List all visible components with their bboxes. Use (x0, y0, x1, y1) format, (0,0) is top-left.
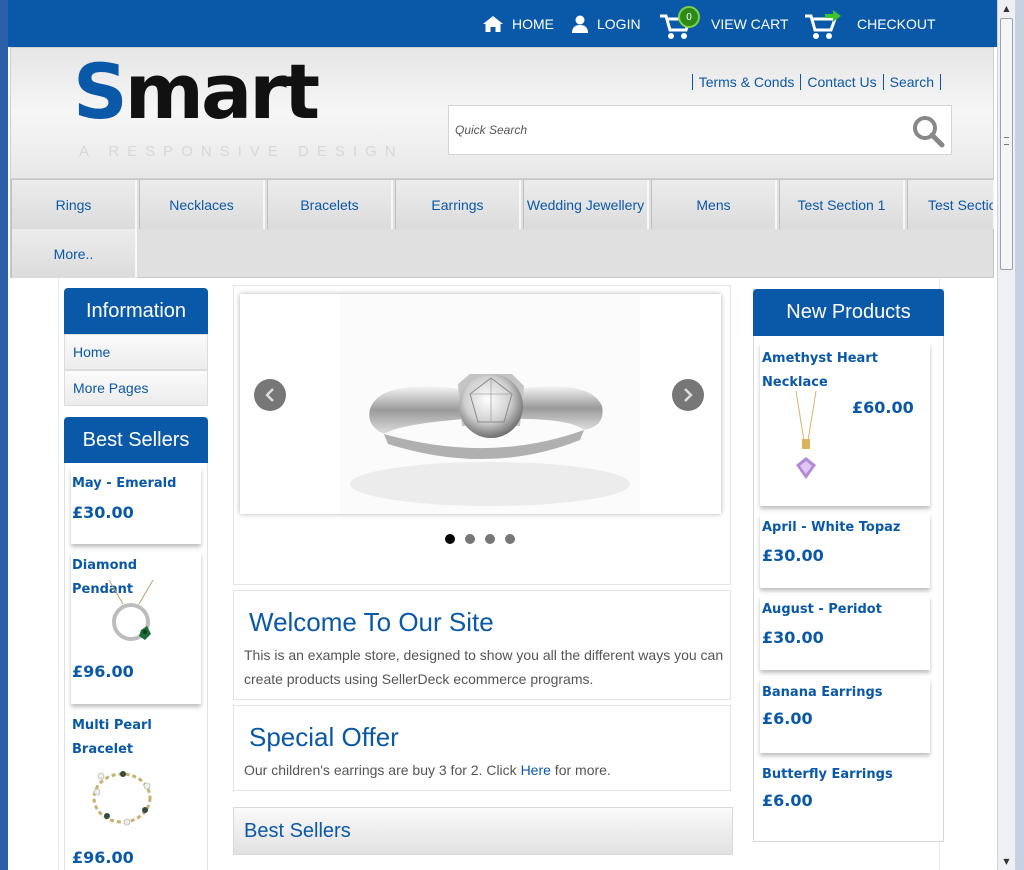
logo-tagline: A RESPONSIVE DESIGN (79, 143, 404, 160)
information-heading: Information (64, 288, 208, 334)
product-price: £6.00 (762, 709, 813, 728)
page-viewport: HOME LOGIN 0 VIEW CART CHECKOUT Smart A … (8, 0, 997, 870)
info-link-home[interactable]: Home (64, 334, 208, 370)
new-product-card: Butterfly Earrings £6.00 (760, 762, 930, 834)
welcome-box: Welcome To Our Site This is an example s… (233, 590, 731, 700)
new-product-card: Amethyst Heart Necklace £60.00 (760, 343, 930, 506)
offer-text-start: Our children's earrings are buy 3 for 2.… (244, 762, 521, 778)
nav-wedding-jewellery[interactable]: Wedding Jewellery (523, 180, 649, 229)
scroll-grip-icon (1004, 137, 1009, 145)
new-product-card: Banana Earrings £6.00 (760, 679, 930, 753)
scroll-up-button[interactable]: ▲ (998, 0, 1015, 17)
nav-test-section[interactable]: Test Section (907, 180, 995, 229)
slider-dot-3[interactable] (485, 534, 495, 544)
product-name[interactable]: May - Emerald (72, 472, 176, 496)
site-header: Smart A RESPONSIVE DESIGN Terms & Conds … (10, 47, 994, 179)
window-edge (1015, 0, 1024, 870)
site-logo[interactable]: Smart (73, 54, 320, 130)
terms-link[interactable]: Terms & Conds (691, 74, 801, 90)
welcome-title: Welcome To Our Site (249, 607, 494, 637)
nav-more[interactable]: More.. (11, 229, 137, 278)
new-product-card: April - White Topaz £30.00 (760, 514, 930, 588)
image-slider (233, 285, 731, 585)
category-nav: Rings Necklaces Bracelets Earrings Weddi… (10, 179, 995, 278)
ring-image (340, 294, 640, 514)
product-name[interactable]: April - White Topaz (762, 516, 900, 540)
product-name[interactable]: August - Peridot (762, 598, 882, 622)
login-link[interactable]: LOGIN (571, 0, 641, 47)
slider-dot-2[interactable] (465, 534, 475, 544)
product-price: £30.00 (762, 628, 824, 647)
logo-rest: mart (124, 47, 320, 136)
chevron-left-icon (265, 388, 274, 402)
cart-icon-wrap: 0 (660, 0, 706, 47)
nav-bracelets[interactable]: Bracelets (267, 180, 393, 229)
scroll-thumb[interactable] (1000, 18, 1013, 270)
view-cart-link[interactable]: 0 VIEW CART (660, 0, 789, 47)
slider-prev-button[interactable] (254, 379, 286, 411)
top-bar: HOME LOGIN 0 VIEW CART CHECKOUT (8, 0, 997, 47)
contact-link[interactable]: Contact Us (800, 74, 882, 90)
best-sellers-heading: Best Sellers (64, 417, 208, 463)
nav-rings[interactable]: Rings (11, 180, 137, 229)
welcome-text: This is an example store, designed to sh… (244, 647, 724, 687)
product-name[interactable]: Butterfly Earrings (762, 763, 893, 787)
product-price: £30.00 (72, 503, 134, 522)
info-link-more-pages[interactable]: More Pages (64, 370, 208, 406)
product-name-line2[interactable]: Bracelet (72, 738, 133, 762)
login-label: LOGIN (597, 15, 641, 32)
checkout-cart-icon (805, 10, 841, 39)
search-button[interactable] (911, 114, 945, 148)
best-seller-card: Multi Pearl Bracelet £96.00 (71, 712, 201, 870)
product-name[interactable]: Amethyst Heart (762, 347, 878, 371)
slider-next-button[interactable] (672, 379, 704, 411)
chevron-right-icon (684, 388, 693, 402)
offer-text-end: for more. (550, 762, 611, 778)
product-image[interactable] (87, 766, 157, 832)
special-offer-title: Special Offer (249, 722, 399, 752)
product-price: £30.00 (762, 546, 824, 565)
nav-test-section-1[interactable]: Test Section 1 (779, 180, 905, 229)
nav-earrings[interactable]: Earrings (395, 180, 521, 229)
product-name[interactable]: Multi Pearl (72, 714, 152, 738)
product-name[interactable]: Banana Earrings (762, 681, 883, 705)
product-price: £96.00 (72, 848, 134, 867)
product-price: £6.00 (762, 791, 813, 810)
search-icon (913, 116, 945, 148)
slider-dot-4[interactable] (505, 534, 515, 544)
checkout-link[interactable]: CHECKOUT (805, 0, 936, 47)
nav-mens[interactable]: Mens (651, 180, 777, 229)
best-seller-card: May - Emerald £30.00 (71, 468, 201, 544)
best-sellers-section-header: Best Sellers (233, 807, 733, 855)
home-link[interactable]: HOME (482, 0, 554, 47)
nav-necklaces[interactable]: Necklaces (139, 180, 265, 229)
quick-search (448, 105, 952, 155)
slider-dot-1[interactable] (445, 534, 455, 544)
product-price: £60.00 (852, 398, 914, 417)
best-seller-card: Diamond Pendant £96.00 (71, 552, 201, 704)
user-icon (572, 15, 588, 33)
product-image[interactable] (101, 580, 161, 650)
checkout-label: CHECKOUT (857, 15, 936, 32)
offer-here-link[interactable]: Here (521, 762, 551, 778)
new-products-heading: New Products (753, 289, 944, 336)
home-label: HOME (512, 15, 554, 32)
logo-initial: S (73, 47, 128, 136)
special-offer-box: Special Offer Our children's earrings ar… (233, 705, 731, 791)
vertical-scrollbar[interactable]: ▲ ▼ (997, 0, 1015, 870)
new-product-card: August - Peridot £30.00 (760, 596, 930, 670)
search-link[interactable]: Search (882, 74, 941, 90)
slide-image[interactable] (240, 294, 721, 514)
view-cart-label: VIEW CART (711, 15, 789, 32)
main-content: Information Home More Pages Best Sellers… (58, 278, 944, 870)
checkout-icon-wrap (805, 0, 857, 47)
quick-search-input[interactable] (449, 106, 909, 154)
product-price: £96.00 (72, 662, 134, 681)
product-image[interactable] (786, 391, 826, 487)
special-offer-text: Our children's earrings are buy 3 for 2.… (244, 758, 724, 782)
home-icon (483, 15, 503, 32)
utility-links: Terms & Conds Contact Us Search (691, 74, 941, 90)
scroll-down-button[interactable]: ▼ (998, 853, 1015, 870)
cart-count-badge: 0 (678, 6, 700, 28)
